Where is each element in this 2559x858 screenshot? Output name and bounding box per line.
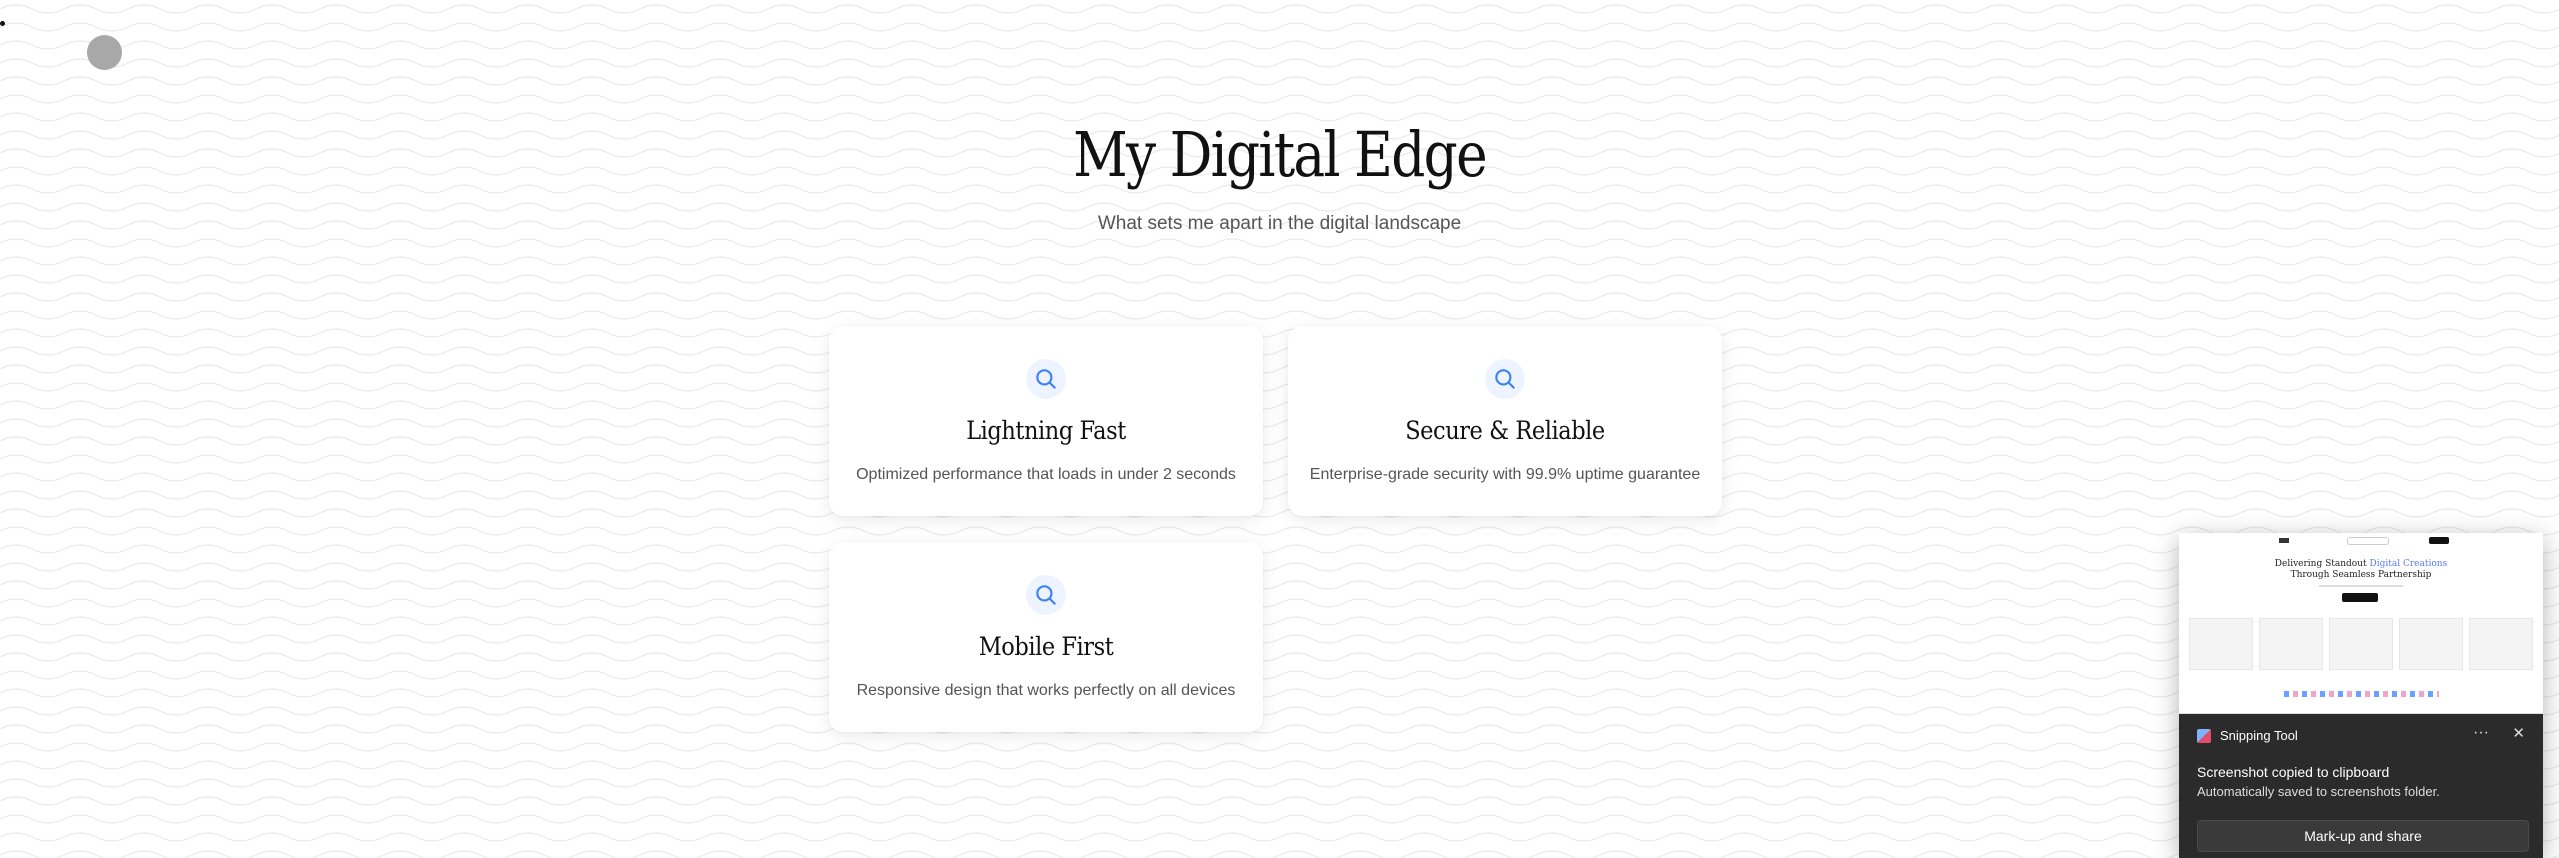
preview-button: [2429, 537, 2449, 544]
notification-message: Automatically saved to screenshots folde…: [2197, 784, 2440, 799]
page-subtitle: What sets me apart in the digital landsc…: [1097, 213, 1462, 234]
cursor-dot: [0, 21, 5, 26]
hero-section: My Digital Edge What sets me apart in th…: [0, 118, 2559, 235]
notification-body: Snipping Tool ··· ✕ Screenshot copied to…: [2179, 714, 2543, 858]
markup-and-share-button[interactable]: Mark-up and share: [2197, 820, 2529, 852]
preview-headline-line2: Through Seamless Partnership: [2290, 570, 2432, 580]
feature-title: Lightning Fast: [966, 416, 1126, 445]
notification-app-name: Snipping Tool: [2220, 728, 2298, 743]
feature-title: Secure & Reliable: [1405, 416, 1605, 445]
feature-card-mobile-first: Mobile First Responsive design that work…: [829, 542, 1263, 732]
preview-subtitle: [2319, 585, 2403, 587]
avatar[interactable]: [87, 35, 122, 70]
notification-title: Screenshot copied to clipboard: [2197, 764, 2390, 780]
preview-cards: [2189, 618, 2533, 670]
feature-card-secure-reliable: Secure & Reliable Enterprise-grade secur…: [1288, 326, 1722, 516]
notification-app: Snipping Tool: [2197, 728, 2298, 743]
screenshot-preview[interactable]: Delivering Standout Digital Creations Th…: [2179, 533, 2543, 714]
snipping-tool-notification[interactable]: Delivering Standout Digital Creations Th…: [2179, 533, 2543, 858]
close-icon[interactable]: ✕: [2512, 724, 2525, 742]
feature-description: Optimized performance that loads in unde…: [856, 466, 1236, 483]
search-icon: [1485, 359, 1525, 399]
preview-cta: [2342, 593, 2378, 602]
page-title: My Digital Edge: [1073, 118, 1488, 191]
preview-headline: Delivering Standout Digital Creations Th…: [2179, 559, 2543, 581]
search-icon: [1026, 359, 1066, 399]
preview-headline-line1: Delivering Standout: [2274, 559, 2367, 569]
preview-headline-accent: Digital Creations: [2369, 559, 2448, 569]
feature-card-lightning-fast: Lightning Fast Optimized performance tha…: [829, 326, 1263, 516]
preview-logo: [2279, 538, 2289, 543]
feature-description: Enterprise-grade security with 99.9% upt…: [1309, 466, 1701, 483]
feature-description: Responsive design that works perfectly o…: [856, 682, 1236, 699]
preview-icon-strip: [2284, 691, 2439, 697]
snipping-tool-icon: [2197, 728, 2211, 743]
feature-title: Mobile First: [978, 632, 1114, 661]
more-options-icon[interactable]: ···: [2473, 724, 2489, 742]
preview-nav: [2347, 537, 2389, 545]
search-icon: [1026, 575, 1066, 615]
